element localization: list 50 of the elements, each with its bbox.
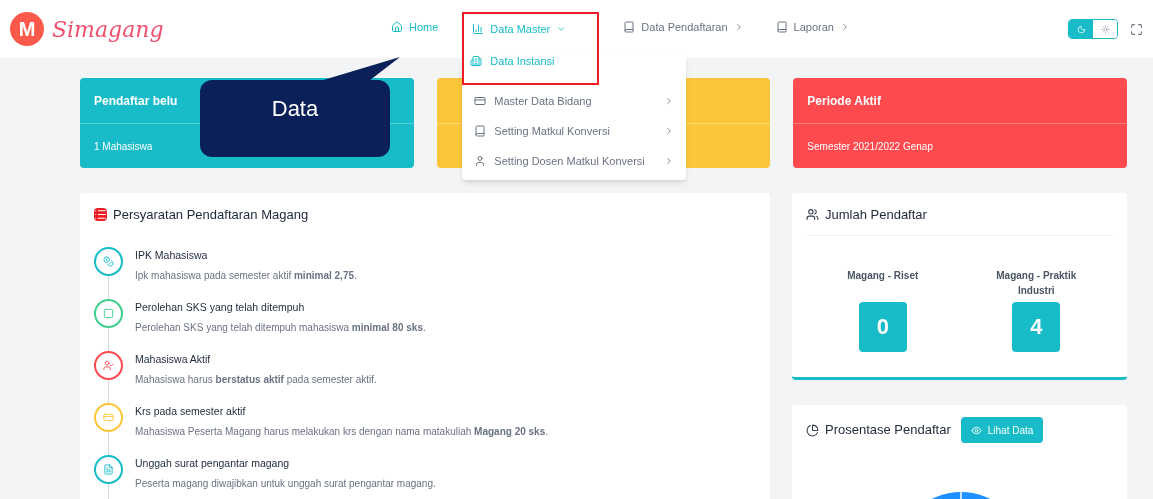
requirement-text: Perolehan SKS yang telah ditempuh mahasiswa minimal 80 sks. (135, 321, 426, 336)
nav-link[interactable]: Laporan (767, 12, 858, 42)
pie-chart-icon (806, 423, 819, 437)
card-value: Semester 2021/2022 Genap (807, 139, 933, 154)
user-icon (474, 155, 487, 167)
card-value: 1 Mahasiswa (94, 139, 153, 154)
count-badge: 0 (858, 301, 907, 352)
group-label: Magang - Praktik Industri (995, 268, 1078, 298)
sun-icon (1100, 24, 1110, 34)
group-label: Magang - Riset (846, 268, 920, 283)
requirement-text: Mahasiswa harus berstatus aktif pada semester aktif. (135, 373, 377, 388)
dropdown-item[interactable]: Setting Dosen Matkul Konversi (462, 147, 687, 175)
file-icon (103, 463, 114, 475)
dropdown-item[interactable]: Setting Matkul Konversi (462, 117, 687, 145)
card-title: Periode Aktif (807, 92, 881, 110)
requirement-title: Perolehan SKS yang telah ditempuh (135, 299, 306, 315)
logo-icon: M (10, 12, 44, 46)
eye-icon (970, 424, 982, 436)
requirement-text: Ipk mahasiswa pada semester aktif minimal 2,75. (135, 269, 357, 284)
requirement-text: Mahasiswa Peserta Magang harus melakukan krs dengan nama matakuliah Magang 20 sks. (135, 425, 548, 440)
dropdown-item[interactable]: Master Data Bidang (462, 87, 687, 115)
nav-link[interactable]: Data Pendaftaran (615, 12, 752, 42)
moon-icon (1076, 24, 1086, 34)
bar-chart-icon (472, 23, 485, 35)
requirement-title: Unggah surat pengantar magang (135, 455, 291, 471)
home-icon (391, 21, 403, 33)
fullscreen-icon[interactable] (1130, 22, 1143, 36)
book-icon (474, 125, 487, 137)
panel-title: Persyaratan Pendaftaran Magang (113, 206, 309, 224)
user-check-icon (103, 359, 114, 371)
book-icon (623, 21, 636, 33)
panel-title: Prosentase Pendaftar (825, 421, 951, 440)
users-icon (806, 208, 819, 222)
book-icon (775, 21, 788, 33)
card-title: Pendaftar belu (94, 92, 178, 110)
panel-title: Jumlah Pendaftar (825, 206, 927, 224)
brand-name: Simagang (52, 15, 164, 44)
theme-button[interactable] (1069, 20, 1093, 38)
list-icon (94, 208, 107, 222)
caret-icon (556, 24, 567, 34)
card-icon (474, 95, 487, 107)
requirement-title: IPK Mahasiswa (135, 247, 209, 263)
count-badge: 4 (1012, 301, 1061, 352)
square-icon (103, 307, 114, 319)
coin-icon (103, 255, 114, 267)
building-icon (470, 55, 483, 67)
requirement-text: Peserta magang diwajibkan untuk unggah surat pengantar magang. (135, 477, 436, 492)
requirement-title: Mahasiswa Aktif (135, 351, 212, 367)
requirement-title: Krs pada semester aktif (135, 403, 247, 419)
card-icon (103, 411, 114, 423)
